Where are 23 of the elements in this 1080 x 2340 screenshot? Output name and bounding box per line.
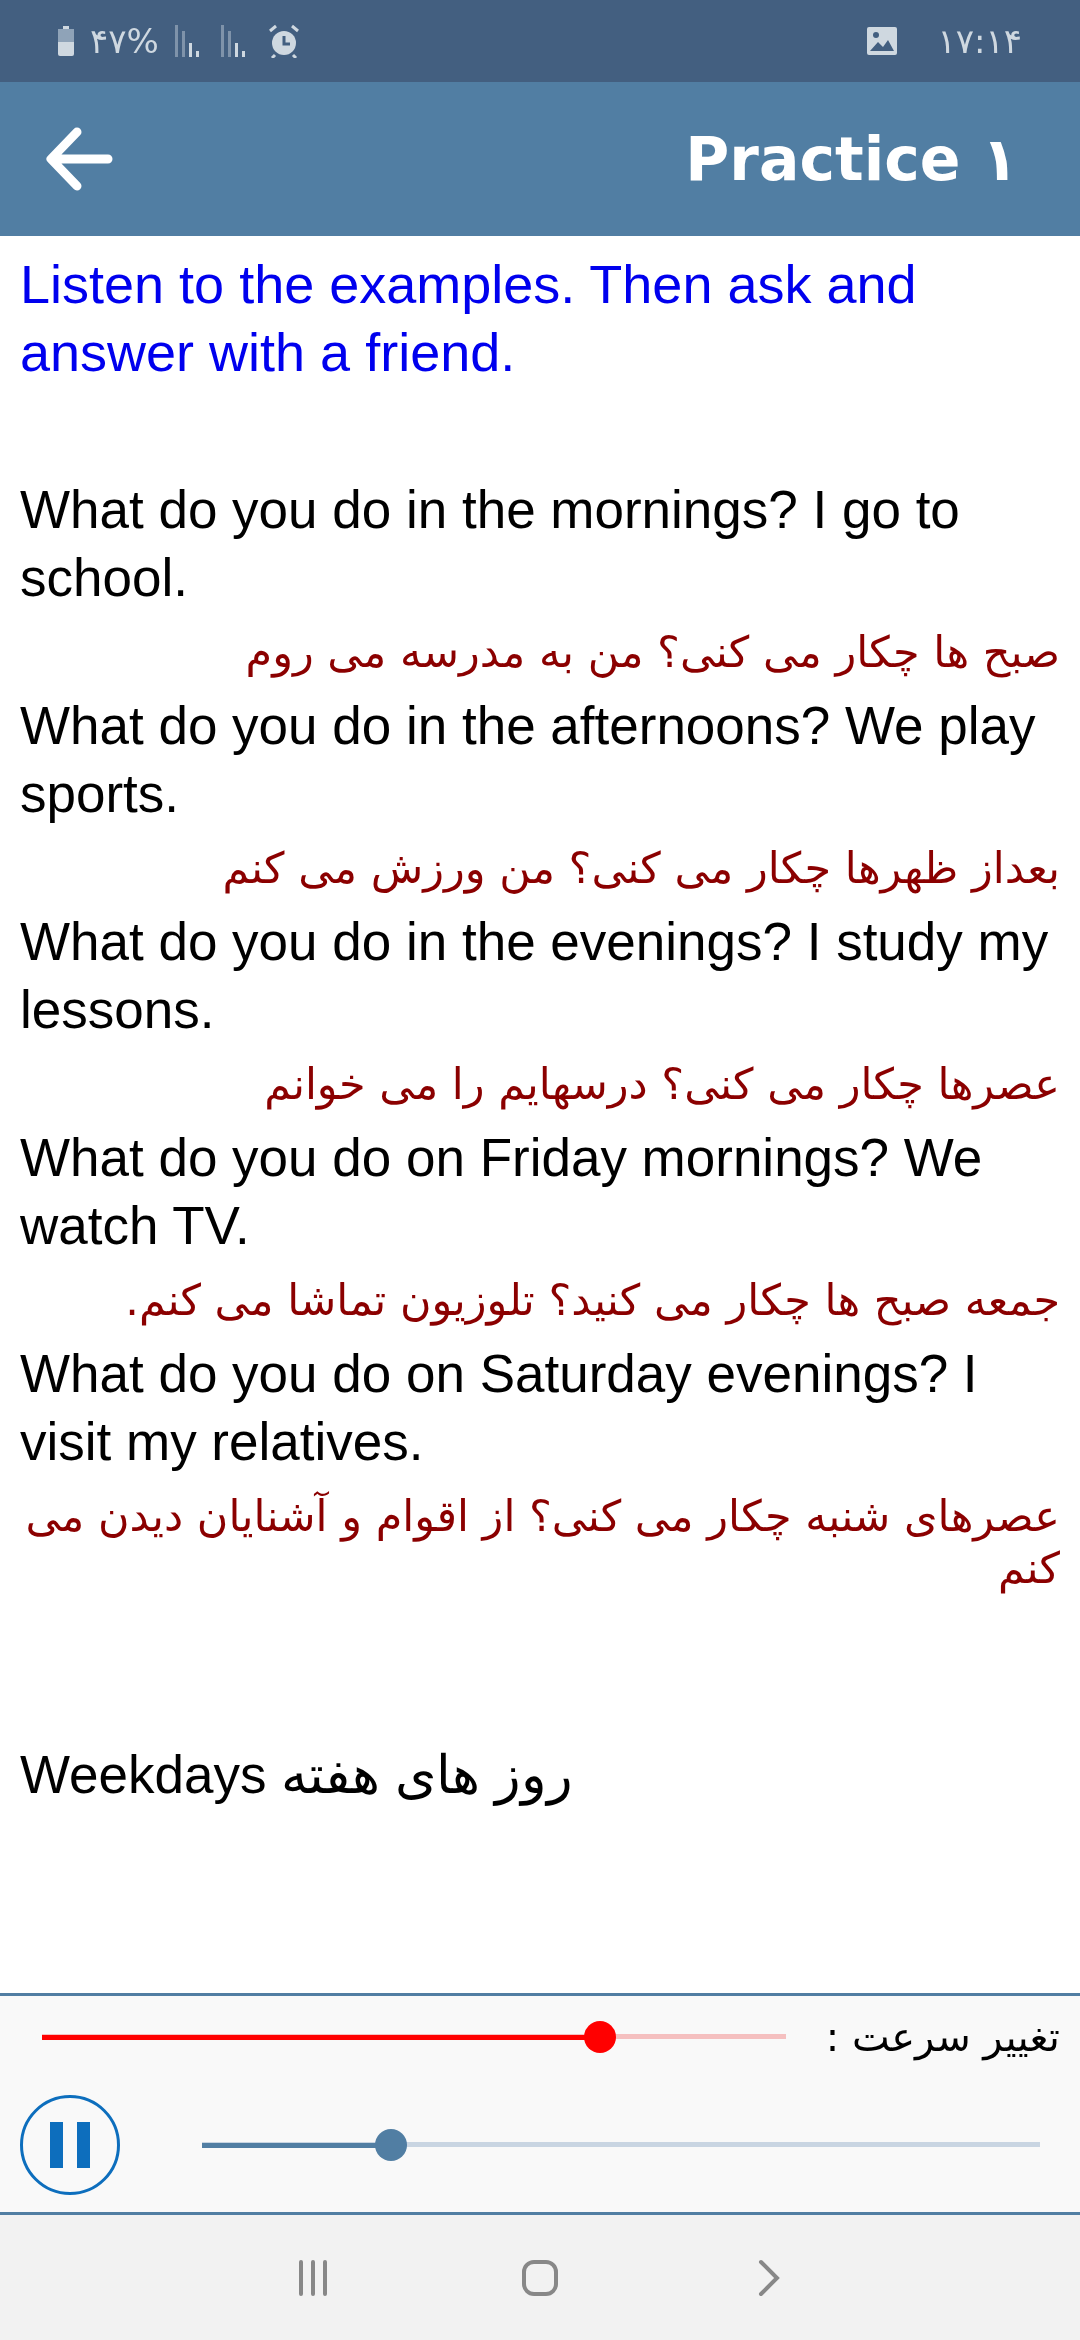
instruction-text: Listen to the examples. Then ask and answer with a friend. <box>20 253 918 384</box>
screen-title: Practice ۱ <box>685 124 1018 194</box>
english-sentence: What do you do in the mornings? I go to school. <box>20 479 961 609</box>
english-sentence: What do you do in the evenings? I study my lessons. <box>20 911 1050 1041</box>
speed-label: تغییر سرعت : <box>825 2013 1060 2060</box>
english-sentence: What do you do on Saturday evenings? I visit my relatives. <box>20 1343 979 1473</box>
clock: ۱۷:۱۴ <box>937 21 1022 61</box>
pause-button[interactable] <box>20 2094 120 2195</box>
persian-translation: عصرها چکار می کنی؟ درسهایم را می خوانم <box>263 1058 1060 1110</box>
persian-translation: بعداز ظهرها چکار می کنی؟ من ورزش می کنم <box>221 842 1060 894</box>
image-icon <box>867 27 898 55</box>
battery-icon <box>58 26 74 56</box>
home-icon[interactable] <box>520 2257 560 2298</box>
persian-translation: صبح ها چکار می کنی؟ من به مدرسه می روم <box>244 626 1060 678</box>
persian-translation: عصرهای شنبه چکار می کنی؟ از اقوام و آشنایان دیدن می کنم <box>24 1490 1060 1594</box>
english-sentence: What do you do on Friday mornings? We watch TV. <box>20 1127 984 1257</box>
pause-icon <box>50 2121 90 2168</box>
english-sentence: What do you do in the afternoons? We play sports. <box>20 695 1037 825</box>
back-arrow-icon[interactable] <box>44 126 114 192</box>
persian-translation: جمعه صبح ها چکار می کنید؟ تلوزیون تماشا می کنم. <box>124 1274 1060 1326</box>
alarm-icon <box>266 24 301 58</box>
battery-percent: ۴۷% <box>90 21 159 61</box>
section-heading: Weekdays روز های هفته <box>20 1744 574 1805</box>
